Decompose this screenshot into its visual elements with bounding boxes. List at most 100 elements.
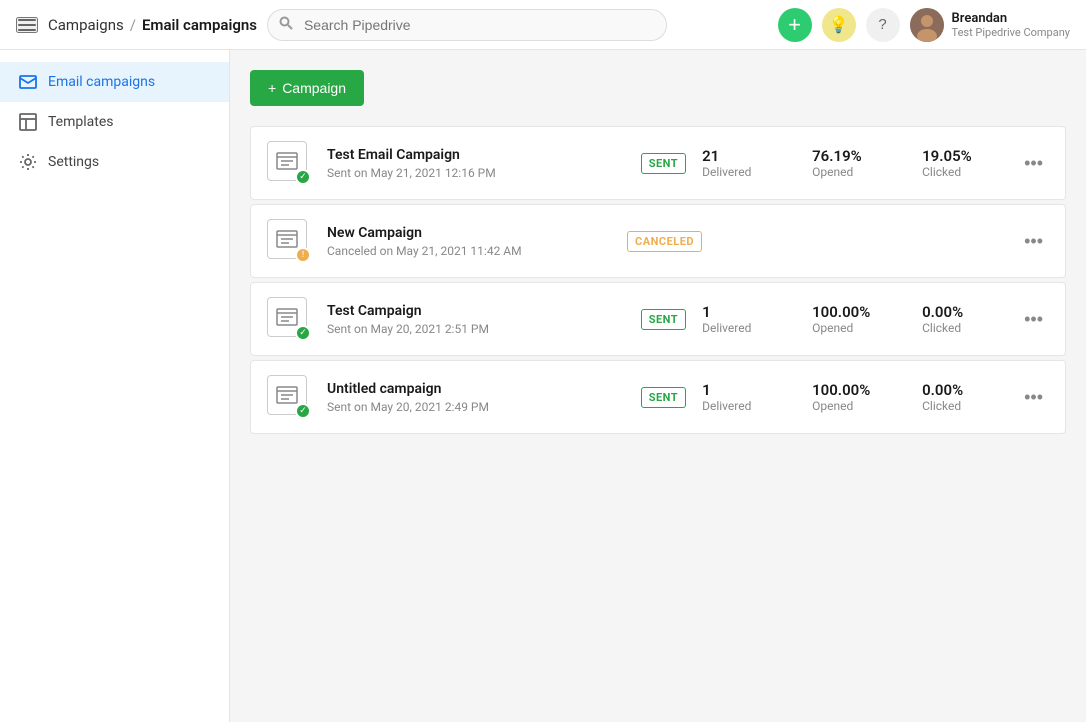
topnav-left: Campaigns / Email campaigns [16, 9, 766, 41]
sidebar-item-label: Templates [48, 114, 114, 130]
sidebar-item-label: Email campaigns [48, 74, 155, 90]
camp-stat-clicked: 0.00% Clicked [922, 303, 1002, 335]
delivered-value: 1 [702, 303, 782, 321]
sidebar: Email campaigns Templates Settings [0, 50, 230, 722]
camp-stat-opened: 100.00% Opened [812, 303, 892, 335]
search-icon [279, 16, 293, 34]
ellipsis-icon: ••• [1024, 387, 1043, 408]
camp-name: New Campaign [327, 225, 611, 241]
opened-value: 100.00% [812, 303, 892, 321]
breadcrumb: Campaigns / Email campaigns [48, 16, 257, 34]
camp-info: Untitled campaign Sent on May 20, 2021 2… [327, 381, 625, 414]
camp-status-indicator: ✓ [295, 403, 311, 419]
camp-stat-clicked: 0.00% Clicked [922, 381, 1002, 413]
camp-stat-delivered: 1 Delivered [702, 381, 782, 413]
delivered-value: 1 [702, 381, 782, 399]
email-campaigns-icon [18, 72, 38, 92]
plus-icon: + [268, 80, 276, 96]
camp-date: Canceled on May 21, 2021 11:42 AM [327, 244, 611, 258]
camp-date: Sent on May 20, 2021 2:49 PM [327, 400, 625, 414]
camp-icon-wrap: ! [267, 219, 311, 263]
delivered-label: Delivered [702, 321, 782, 335]
ellipsis-icon: ••• [1024, 231, 1043, 252]
camp-status-badge: SENT [641, 387, 686, 408]
user-text: Breandan Test Pipedrive Company [952, 11, 1070, 39]
camp-name: Test Campaign [327, 303, 625, 319]
camp-stat-clicked: 19.05% Clicked [922, 147, 1002, 179]
settings-icon [18, 152, 38, 172]
global-add-button[interactable]: + [778, 8, 812, 42]
camp-icon-wrap: ✓ [267, 375, 311, 419]
question-icon: ? [878, 16, 886, 33]
add-campaign-button[interactable]: + Campaign [250, 70, 364, 106]
camp-stats-group: 21 Delivered 76.19% Opened 19.05% Clicke… [702, 147, 1002, 179]
opened-label: Opened [812, 165, 892, 179]
camp-more-button[interactable]: ••• [1018, 381, 1049, 414]
camp-stats-group: 1 Delivered 100.00% Opened 0.00% Clicked [702, 303, 1002, 335]
camp-info: New Campaign Canceled on May 21, 2021 11… [327, 225, 611, 258]
camp-icon-wrap: ✓ [267, 141, 311, 185]
clicked-label: Clicked [922, 399, 1002, 413]
clicked-label: Clicked [922, 321, 1002, 335]
user-profile[interactable]: Breandan Test Pipedrive Company [910, 8, 1070, 42]
camp-status-indicator: ✓ [295, 169, 311, 185]
topnav-right: + 💡 ? Breandan Test Pipedrive Company [778, 8, 1070, 42]
help-button[interactable]: ? [866, 8, 900, 42]
camp-stats-group: 1 Delivered 100.00% Opened 0.00% Clicked [702, 381, 1002, 413]
add-campaign-label: Campaign [282, 80, 346, 96]
search-wrap [267, 9, 667, 41]
ellipsis-icon: ••• [1024, 153, 1043, 174]
camp-status-indicator: ! [295, 247, 311, 263]
delivered-label: Delivered [702, 165, 782, 179]
sidebar-item-email-campaigns[interactable]: Email campaigns [0, 62, 229, 102]
campaign-row: ! New Campaign Canceled on May 21, 2021 … [250, 204, 1066, 278]
breadcrumb-parent: Campaigns [48, 16, 124, 34]
clicked-value: 0.00% [922, 381, 1002, 399]
camp-more-button[interactable]: ••• [1018, 147, 1049, 180]
opened-value: 76.19% [812, 147, 892, 165]
menu-toggle-button[interactable] [16, 17, 38, 33]
clicked-value: 0.00% [922, 303, 1002, 321]
user-company: Test Pipedrive Company [952, 26, 1070, 39]
main-content: + Campaign ✓ Test Email Campaign Sent on… [230, 50, 1086, 722]
camp-info: Test Campaign Sent on May 20, 2021 2:51 … [327, 303, 625, 336]
camp-stat-opened: 76.19% Opened [812, 147, 892, 179]
delivered-value: 21 [702, 147, 782, 165]
camp-status-badge: SENT [641, 153, 686, 174]
campaign-row: ✓ Test Campaign Sent on May 20, 2021 2:5… [250, 282, 1066, 356]
camp-status-badge: CANCELED [627, 231, 702, 252]
user-name: Breandan [952, 11, 1070, 26]
avatar [910, 8, 944, 42]
camp-more-button[interactable]: ••• [1018, 303, 1049, 336]
campaign-row: ✓ Untitled campaign Sent on May 20, 2021… [250, 360, 1066, 434]
layout: Email campaigns Templates Settings [0, 50, 1086, 722]
campaigns-list: ✓ Test Email Campaign Sent on May 21, 20… [250, 126, 1066, 434]
ellipsis-icon: ••• [1024, 309, 1043, 330]
camp-more-button[interactable]: ••• [1018, 225, 1049, 258]
opened-label: Opened [812, 399, 892, 413]
camp-date: Sent on May 21, 2021 12:16 PM [327, 166, 625, 180]
lightbulb-icon: 💡 [829, 15, 849, 35]
camp-name: Untitled campaign [327, 381, 625, 397]
breadcrumb-current: Email campaigns [142, 16, 257, 34]
campaign-row: ✓ Test Email Campaign Sent on May 21, 20… [250, 126, 1066, 200]
sidebar-item-settings[interactable]: Settings [0, 142, 229, 182]
camp-icon-wrap: ✓ [267, 297, 311, 341]
camp-stat-delivered: 1 Delivered [702, 303, 782, 335]
sidebar-item-templates[interactable]: Templates [0, 102, 229, 142]
delivered-label: Delivered [702, 399, 782, 413]
camp-status-indicator: ✓ [295, 325, 311, 341]
tips-button[interactable]: 💡 [822, 8, 856, 42]
templates-icon [18, 112, 38, 132]
clicked-value: 19.05% [922, 147, 1002, 165]
sidebar-item-label: Settings [48, 154, 99, 170]
clicked-label: Clicked [922, 165, 1002, 179]
opened-label: Opened [812, 321, 892, 335]
search-input[interactable] [267, 9, 667, 41]
camp-info: Test Email Campaign Sent on May 21, 2021… [327, 147, 625, 180]
breadcrumb-separator: / [130, 16, 136, 34]
topnav: Campaigns / Email campaigns + 💡 ? [0, 0, 1086, 50]
camp-stat-delivered: 21 Delivered [702, 147, 782, 179]
camp-status-badge: SENT [641, 309, 686, 330]
opened-value: 100.00% [812, 381, 892, 399]
